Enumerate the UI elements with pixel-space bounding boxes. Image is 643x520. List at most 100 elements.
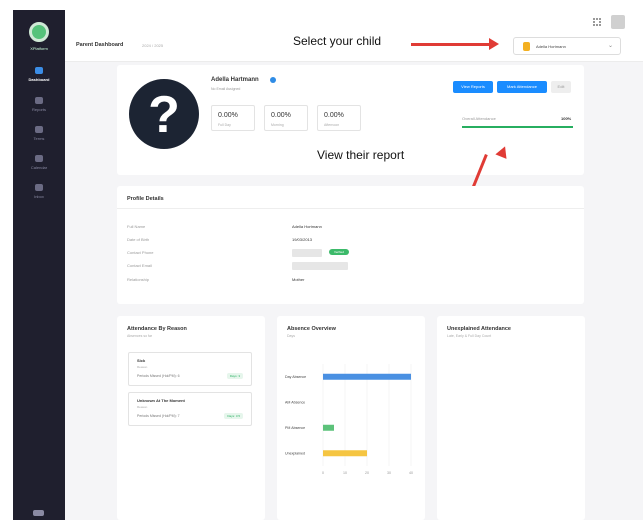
- reason-sub: Reason: [137, 365, 148, 369]
- detail-row: Contact Email: [127, 262, 567, 271]
- reason-periods: Periods Missed (Hol/PM): 7: [137, 414, 180, 418]
- reason-days-badge: Days: 3.5: [224, 413, 243, 419]
- section-subtitle: Late, Early & Full Day Count: [447, 334, 492, 338]
- detail-row: Contact Phone Verified: [127, 249, 567, 258]
- annotation-select-child: Select your child: [293, 34, 382, 48]
- avatar: ?: [129, 79, 199, 149]
- attendance-by-reason-card: Attendance By Reason Absences so far Sic…: [117, 316, 265, 520]
- absence-overview-card: Absence Overview Days 0 10 20 30 40 Day Absen…: [277, 316, 425, 520]
- redacted-value: [292, 262, 348, 270]
- logout-icon[interactable]: [33, 510, 44, 516]
- sidebar-item-label: Reports: [31, 107, 46, 112]
- y-tick-label: Day Absence: [285, 375, 306, 379]
- reason-title: Unknown At The Moment: [137, 398, 185, 403]
- stat-label: Afternoon: [324, 123, 340, 127]
- bar[interactable]: [323, 373, 411, 380]
- stat-value: 0.00%: [324, 112, 344, 119]
- section-title: Unexplained Attendance: [447, 326, 511, 332]
- x-tick-label: 40: [409, 471, 413, 475]
- view-reports-button[interactable]: View Reports: [453, 81, 493, 93]
- section-title: Profile Details: [127, 196, 164, 202]
- reason-days-badge: Days: 3: [226, 373, 243, 379]
- student-name: Adella Hartmann: [211, 77, 259, 83]
- main-content: ? Adella Hartmann No Email Assigned 0.00…: [65, 62, 643, 520]
- stat-full-day: 0.00% Full Day: [211, 105, 255, 131]
- app-logo[interactable]: [29, 22, 49, 42]
- detail-key: Full Name: [127, 224, 146, 229]
- bar[interactable]: [323, 424, 334, 431]
- chart-icon: [35, 97, 43, 104]
- stat-value: 0.00%: [271, 112, 291, 119]
- home-icon: [35, 67, 43, 74]
- calendar-icon: [35, 126, 43, 133]
- x-tick-label: 0: [322, 471, 324, 475]
- annotation-view-report: View their report: [317, 148, 405, 162]
- divider: [117, 208, 584, 209]
- page-title: Parent Dashboard: [76, 42, 124, 48]
- user-avatar-icon[interactable]: [611, 15, 625, 29]
- child-select-value: Adella Hortmann: [536, 44, 566, 49]
- bar[interactable]: [323, 450, 367, 457]
- section-subtitle: Absences so far: [127, 334, 153, 338]
- verified-badge: Verified: [329, 249, 349, 255]
- verified-icon: [270, 77, 276, 83]
- sidebar-item-inbox[interactable]: Inbox: [13, 184, 65, 208]
- x-tick-label: 30: [387, 471, 391, 475]
- detail-value: Adella Hortmann: [292, 224, 322, 229]
- mark-attendance-button[interactable]: Mark Attendance: [497, 81, 547, 93]
- sidebar-item-label: Dashboard: [28, 77, 50, 82]
- sidebar: XPlatform Dashboard Reports Terms Calend…: [13, 10, 65, 520]
- stat-label: Morning: [271, 123, 284, 127]
- mail-icon: [35, 184, 43, 191]
- sidebar-item-label: Calendar: [30, 165, 48, 170]
- app-logo-label: XPlatform: [30, 46, 48, 51]
- sidebar-item-calendar[interactable]: Calendar: [13, 155, 65, 179]
- sidebar-item-reports[interactable]: Reports: [13, 97, 65, 121]
- student-email: No Email Assigned: [211, 87, 241, 91]
- x-tick-label: 10: [343, 471, 347, 475]
- edit-button[interactable]: Edit: [551, 81, 571, 93]
- y-tick-label: PM Absence: [285, 426, 305, 430]
- sidebar-item-terms[interactable]: Terms: [13, 126, 65, 150]
- detail-value: 19/03/2013: [292, 237, 313, 242]
- redacted-value: [292, 249, 322, 257]
- overall-attendance-label: Overall Attendance: [462, 116, 496, 121]
- reason-item[interactable]: Sick Reason Periods Missed (Hol/PM): 6 D…: [128, 352, 252, 386]
- sidebar-item-dashboard[interactable]: Dashboard: [13, 67, 65, 91]
- sidebar-item-label: Terms: [33, 136, 45, 141]
- stat-morning: 0.00% Morning: [264, 105, 308, 131]
- stat-value: 0.00%: [218, 112, 238, 119]
- page-subtitle: 2024 / 2025: [142, 43, 164, 48]
- detail-key: Contact Email: [127, 263, 152, 268]
- annotation-arrow: [411, 43, 491, 46]
- reason-item[interactable]: Unknown At The Moment Reason Periods Mis…: [128, 392, 252, 426]
- child-icon: [523, 42, 530, 51]
- overall-attendance-bar: [462, 126, 573, 128]
- stat-label: Full Day: [218, 123, 231, 127]
- sidebar-item-label: Inbox: [34, 194, 44, 199]
- x-tick-label: 20: [365, 471, 369, 475]
- detail-row: Date of Birth 19/03/2013: [127, 237, 567, 245]
- reason-sub: Reason: [137, 405, 148, 409]
- calendar-icon: [35, 155, 43, 162]
- detail-value: Mother: [292, 277, 305, 282]
- overall-attendance-value: 100%: [561, 116, 572, 121]
- section-title: Attendance By Reason: [127, 326, 187, 332]
- apps-grid-icon[interactable]: [593, 18, 601, 26]
- detail-key: Contact Phone: [127, 250, 154, 255]
- detail-row: Relationship Mother: [127, 277, 567, 285]
- chevron-down-icon: ⌄: [607, 43, 613, 49]
- reason-title: Sick: [137, 358, 146, 363]
- reason-periods: Periods Missed (Hol/PM): 6: [137, 374, 180, 378]
- absence-chart: 0 10 20 30 40 Day Absence AM Absence PM Absence…: [285, 364, 413, 475]
- y-tick-label: AM Absence: [285, 401, 305, 405]
- detail-key: Relationship: [127, 277, 150, 282]
- annotation-arrow-head: [489, 38, 499, 50]
- y-tick-label: Unexplained: [285, 452, 305, 456]
- detail-key: Date of Birth: [127, 237, 150, 242]
- detail-row: Full Name Adella Hortmann: [127, 224, 567, 232]
- child-select[interactable]: Adella Hortmann ⌄: [513, 37, 621, 55]
- profile-details-card: Profile Details Full Name Adella Hortman…: [117, 186, 584, 304]
- stat-afternoon: 0.00% Afternoon: [317, 105, 361, 131]
- unexplained-attendance-card: Unexplained Attendance Late, Early & Ful…: [437, 316, 585, 520]
